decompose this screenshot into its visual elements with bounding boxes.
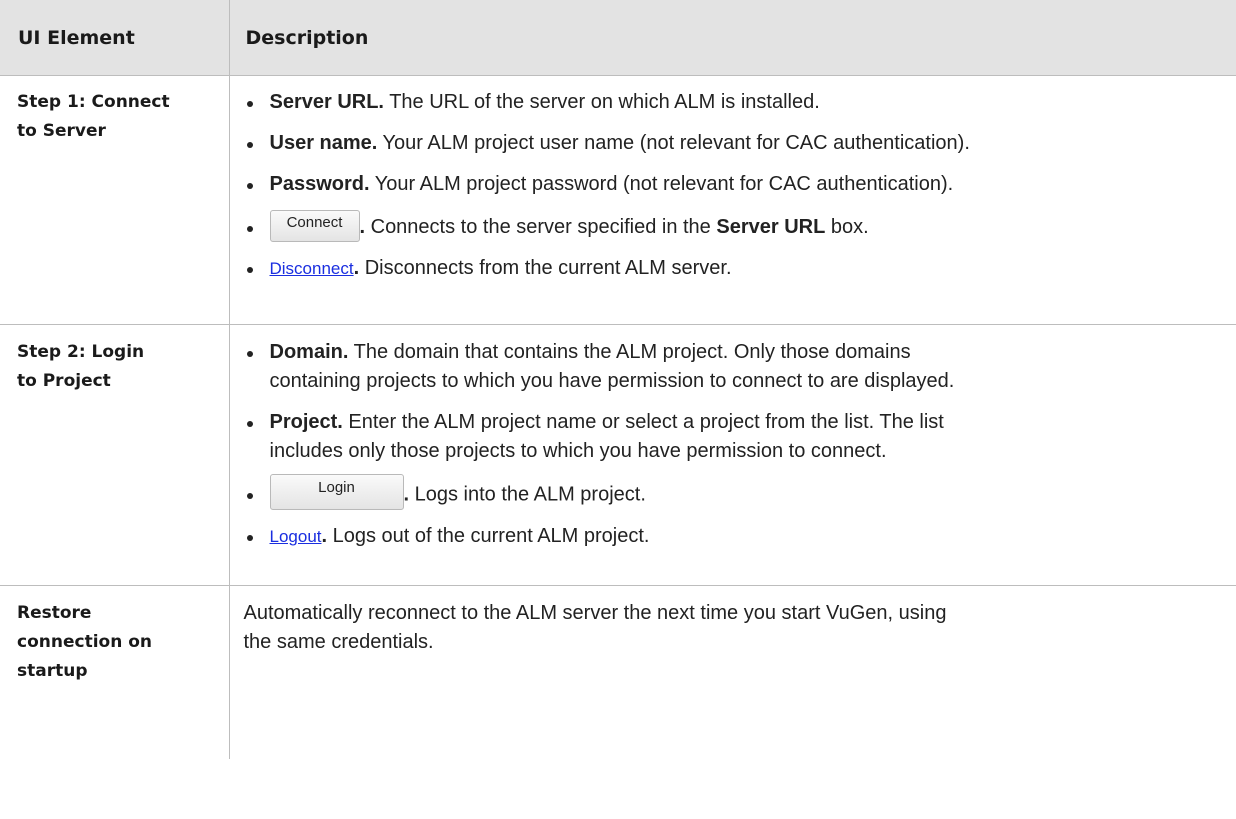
ui-element-name: connection on	[17, 632, 153, 652]
ui-element-name: Restore	[17, 603, 92, 623]
ui-element-name: to Project	[17, 371, 111, 391]
list-item: Disconnect. Disconnects from the current…	[244, 254, 1236, 283]
description-list: Domain. The domain that contains the ALM…	[244, 338, 1236, 551]
table-header-row: UI Element Description	[0, 0, 1236, 76]
connect-button[interactable]: Connect	[269, 209, 360, 242]
header-ui-element: UI Element	[0, 0, 229, 76]
ui-elements-table: UI Element Description Step 1: Connect t…	[0, 0, 1236, 759]
ui-element-name: startup	[17, 661, 88, 681]
field-term: Server URL.	[269, 91, 385, 113]
description-line: Automatically reconnect to the ALM serve…	[243, 602, 947, 624]
ui-element-name: Step 2: Login	[17, 342, 145, 362]
field-description: Logs out of the current ALM project.	[327, 525, 650, 547]
field-description-tail: box.	[825, 216, 869, 238]
description-cell: Domain. The domain that contains the ALM…	[228, 324, 1236, 586]
list-item: User name. Your ALM project user name (n…	[244, 129, 1236, 158]
list-item: Domain. The domain that contains the ALM…	[244, 338, 1236, 396]
ui-element-cell: Step 2: Login to Project	[0, 324, 229, 586]
list-item: Login. Logs into the ALM project.	[244, 474, 1236, 510]
description-cell: Server URL. The URL of the server on whi…	[228, 75, 1236, 325]
field-description: Logs into the ALM project.	[409, 483, 646, 506]
disconnect-link[interactable]: Disconnect	[270, 259, 354, 278]
header-description: Description	[228, 0, 1236, 76]
field-description-continued: includes only those projects to which yo…	[269, 440, 887, 462]
table-row: Step 2: Login to Project Domain. The dom…	[0, 324, 1236, 586]
field-reference: Server URL	[716, 216, 826, 238]
field-description: Connects to the server specified in the	[365, 216, 717, 238]
logout-link[interactable]: Logout	[270, 527, 322, 546]
field-description: The domain that contains the ALM project…	[348, 341, 911, 363]
list-item: Connect. Connects to the server specifie…	[244, 209, 1236, 242]
field-term: User name.	[269, 132, 378, 154]
field-description: Enter the ALM project name or select a p…	[342, 411, 944, 433]
restore-description: Automatically reconnect to the ALM serve…	[244, 599, 1236, 657]
ui-element-name: to Server	[17, 121, 106, 141]
field-description: The URL of the server on which ALM is in…	[384, 91, 820, 113]
description-list: Server URL. The URL of the server on whi…	[244, 88, 1236, 283]
field-description-continued: containing projects to which you have pe…	[269, 370, 955, 392]
ui-element-cell: Restore connection on startup	[0, 586, 229, 760]
list-item: Project. Enter the ALM project name or s…	[244, 408, 1236, 466]
list-item: Server URL. The URL of the server on whi…	[244, 88, 1236, 117]
ui-element-cell: Step 1: Connect to Server	[0, 75, 229, 325]
field-term: Password.	[269, 173, 370, 195]
ui-element-name: Step 1: Connect	[17, 92, 170, 112]
field-description: Disconnects from the current ALM server.	[359, 257, 732, 279]
field-term: Domain.	[269, 341, 349, 363]
field-term: Project.	[269, 411, 343, 433]
field-description: Your ALM project password (not relevant …	[369, 173, 954, 195]
field-description: Your ALM project user name (not relevant…	[377, 132, 970, 154]
description-line: the same credentials.	[243, 631, 434, 653]
description-cell: Automatically reconnect to the ALM serve…	[228, 585, 1236, 759]
login-button[interactable]: Login	[269, 474, 404, 510]
table-row: Restore connection on startup Automatica…	[0, 585, 1236, 760]
list-item: Password. Your ALM project password (not…	[244, 170, 1236, 199]
ui-elements-document: UI Element Description Step 1: Connect t…	[0, 0, 1236, 819]
list-item: Logout. Logs out of the current ALM proj…	[244, 522, 1236, 551]
table-row: Step 1: Connect to Server Server URL. Th…	[0, 75, 1236, 325]
